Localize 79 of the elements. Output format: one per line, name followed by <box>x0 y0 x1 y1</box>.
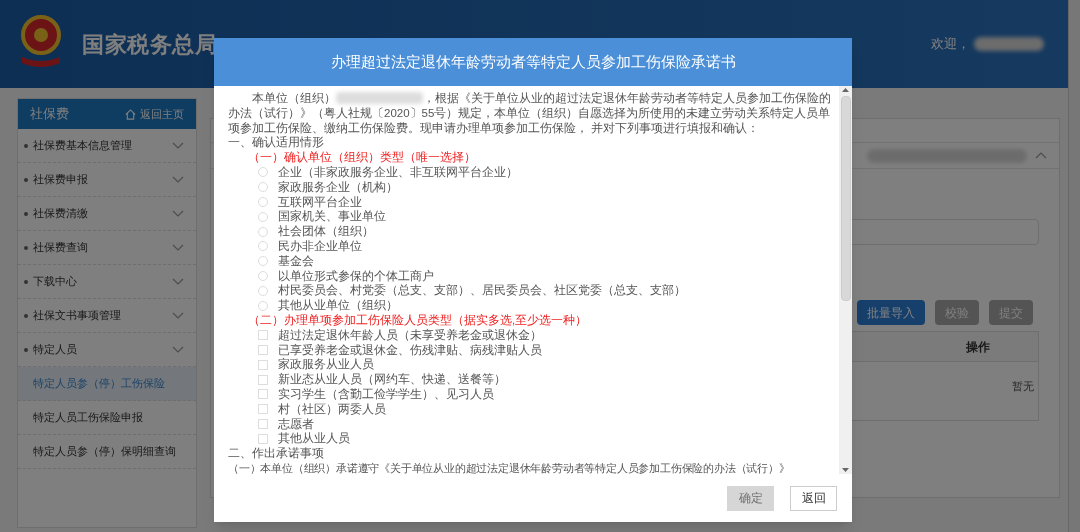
option-label: 国家机关、事业单位 <box>278 209 386 225</box>
option-label: 基金会 <box>278 253 314 269</box>
checkbox[interactable] <box>258 389 268 400</box>
group-heading: （二）办理单项参加工伤保险人员类型（据实多选,至少选一种） <box>247 312 589 328</box>
option-label: 超过法定退休年龄人员（未享受养老金或退休金） <box>278 327 542 343</box>
sidebar-item[interactable]: 社保费基本信息管理 <box>18 129 196 163</box>
option-label: 实习学生（含勤工俭学学生）、见习人员 <box>278 386 494 402</box>
option-label: 民办非企业单位 <box>278 238 362 254</box>
checkbox[interactable] <box>258 404 268 415</box>
radio-button[interactable] <box>258 226 268 237</box>
scroll-down-icon <box>842 468 849 472</box>
checkbox[interactable] <box>258 418 268 429</box>
dialog-button[interactable]: 返回 <box>790 485 837 511</box>
intro-text: ，根据《关于单位从业的超过法定退休年龄劳动者等特定人员参加工伤保险的 <box>423 91 831 106</box>
home-link[interactable]: 返回主页 <box>125 105 184 123</box>
chevron-down-icon <box>172 278 184 285</box>
radio-button[interactable] <box>258 300 268 311</box>
option-label: 家政服务企业（机构） <box>278 179 398 195</box>
checkbox[interactable] <box>258 330 268 341</box>
empty-text: 暂无 <box>1012 379 1034 394</box>
chevron-down-icon <box>172 142 184 149</box>
checkbox[interactable] <box>258 433 268 444</box>
bullet-icon <box>24 279 28 284</box>
sidebar-item[interactable]: 社保文书事项管理 <box>18 299 196 333</box>
chevron-down-icon <box>172 244 184 251</box>
radio-button[interactable] <box>258 256 268 267</box>
option-label: 其他从业人员 <box>278 431 350 447</box>
sidebar-title: 社保费 <box>30 105 69 124</box>
option-label: 村（社区）两委人员 <box>278 401 386 417</box>
radio-button[interactable] <box>258 196 268 207</box>
sidebar-item[interactable]: 特定人员参（停）保明细查询 <box>18 435 196 469</box>
option-label: 村民委员会、村党委（总支、支部）、居民委员会、社区党委（总支、支部） <box>278 283 686 299</box>
option-label: 新业态从业人员（网约车、快递、送餐等） <box>278 372 506 387</box>
radio-button[interactable] <box>258 270 268 281</box>
chevron-down-icon <box>172 346 184 353</box>
radio-button[interactable] <box>258 211 268 222</box>
checkbox[interactable] <box>258 359 268 370</box>
chevron-down-icon <box>172 210 184 217</box>
radio-button[interactable] <box>258 182 268 193</box>
sidebar-item[interactable]: 社保费清缴 <box>18 197 196 231</box>
option-label: 家政服务从业人员 <box>278 357 374 373</box>
checkbox[interactable] <box>258 344 268 355</box>
chevron-down-icon <box>172 176 184 183</box>
bullet-icon <box>24 347 28 352</box>
sidebar-item[interactable]: 社保费申报 <box>18 163 196 197</box>
intro-text: 本单位（组织） <box>252 91 336 106</box>
bullet-icon <box>24 313 28 318</box>
home-icon <box>125 108 136 120</box>
collapse-icon <box>1035 152 1047 159</box>
pledge-text: （一）本单位（组织）承诺遵守《关于单位从业的超过法定退休年龄劳动者等特定人员参加工伤保险的办法（试行）》 <box>228 460 791 474</box>
checkbox[interactable] <box>258 374 268 385</box>
bullet-icon <box>24 177 28 182</box>
option-label: 互联网平台企业 <box>278 194 362 210</box>
sidebar-item[interactable]: 特定人员参（停）工伤保险 <box>18 367 196 401</box>
radio-button[interactable] <box>258 285 268 296</box>
group-heading: （一）确认单位（组织）类型（唯一选择） <box>247 150 477 165</box>
option-label: 已享受养老金或退休金、伤残津贴、病残津贴人员 <box>278 342 542 358</box>
sidebar-item[interactable]: 特定人员工伤保险申报 <box>18 401 196 435</box>
option-label: 企业（非家政服务企业、非互联网平台企业） <box>278 165 518 180</box>
toolbar-button[interactable]: 批量导入 <box>857 300 925 325</box>
dialog-title: 办理超过法定退休年龄劳动者等特定人员参加工伤保险承诺书 <box>330 51 736 72</box>
bullet-icon <box>24 245 28 250</box>
column-header: 操作 <box>965 338 991 356</box>
option-label: 其他从业单位（组织） <box>278 298 398 313</box>
bullet-icon <box>24 211 28 216</box>
sidebar-item[interactable]: 社保费查询 <box>18 231 196 265</box>
intro-text: 办法（试行）》（粤人社规〔2020〕55号）规定，本单位（组织）自愿选择为所使用的未建立劳动关系特定人员单项参加工伤保险、缴纳工伤保险费。现申请办理单项参加工伤保险， 并对下列事项进行填报和确认： <box>228 105 831 136</box>
option-label: 以单位形式参保的个体工商户 <box>278 268 434 284</box>
bullet-icon <box>24 143 28 148</box>
redacted-name <box>974 37 1044 51</box>
radio-button[interactable] <box>258 241 268 252</box>
section-heading: 一、确认适用情形 <box>228 135 325 151</box>
section-heading: 二、作出承诺事项 <box>228 446 325 461</box>
welcome-text: 欢迎， <box>931 35 970 54</box>
option-label: 志愿者 <box>278 416 314 432</box>
radio-button[interactable] <box>258 167 268 178</box>
chevron-down-icon <box>172 312 184 319</box>
option-label: 社会团体（组织） <box>278 224 374 239</box>
sidebar-item[interactable]: 下载中心 <box>18 265 196 299</box>
